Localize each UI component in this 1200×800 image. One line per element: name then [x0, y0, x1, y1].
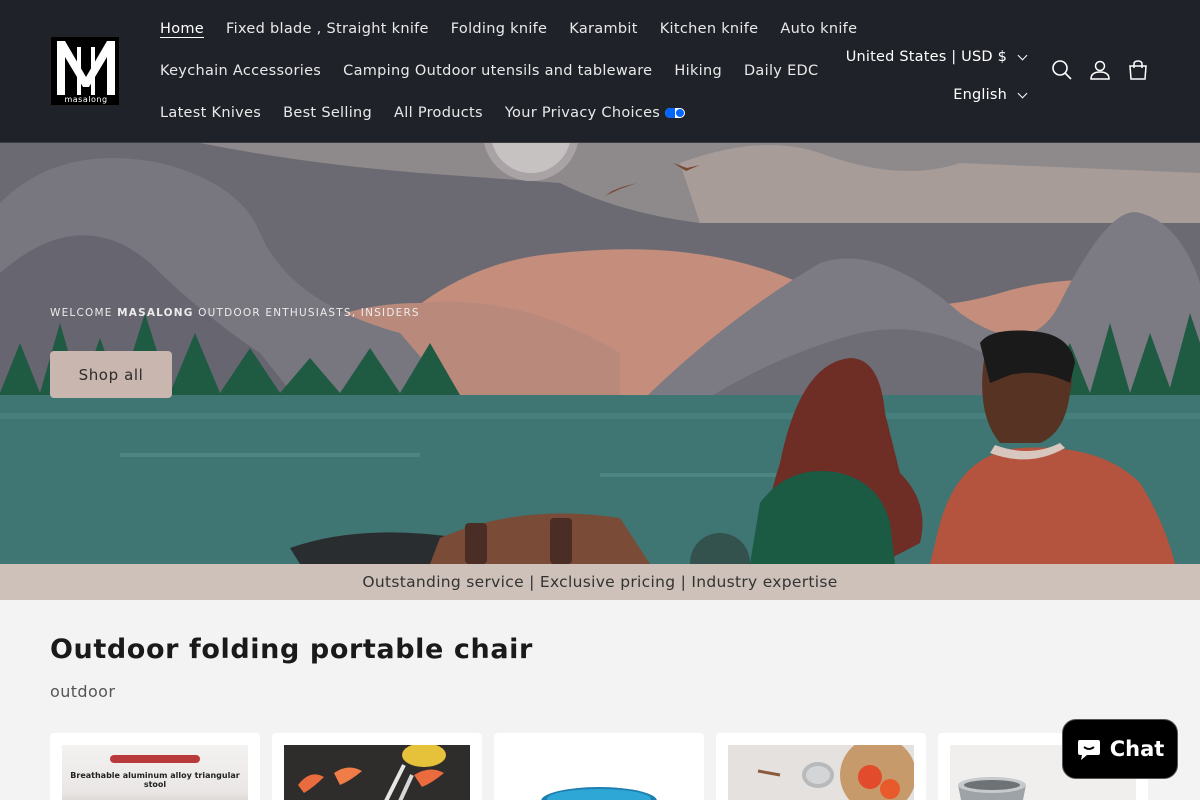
hero-kicker-brand: MASALONG [117, 307, 194, 319]
hero-kicker-post: OUTDOOR ENTHUSIASTS, INSIDERS [193, 307, 420, 319]
nav-item-keychain[interactable]: Keychain Accessories [150, 63, 333, 79]
hero-kicker-pre: WELCOME [50, 307, 118, 319]
nav-item-hiking[interactable]: Hiking [664, 63, 734, 79]
product-photo [541, 787, 657, 800]
product-cards: Breathable aluminum alloy triangular sto… [50, 733, 1148, 800]
privacy-choices-label: Your Privacy Choices [504, 105, 661, 121]
nav-row-2: Keychain Accessories Camping Outdoor ute… [150, 50, 850, 92]
logo-text: masalong [64, 95, 108, 104]
chevron-down-icon [1017, 50, 1028, 60]
nav-item-privacy-choices[interactable]: Your Privacy Choices [495, 105, 697, 121]
country-label: United States | USD $ [845, 49, 1007, 65]
hero-banner: WELCOME MASALONG OUTDOOR ENTHUSIASTS, IN… [0, 143, 1200, 564]
chat-bubble-icon [1077, 740, 1100, 760]
hero-illustration [0, 143, 1200, 564]
nav-item-home[interactable]: Home [150, 21, 216, 37]
language-selector[interactable]: English [846, 76, 1028, 114]
header-icons [1050, 51, 1150, 89]
shop-all-button[interactable]: Shop all [50, 351, 172, 398]
product-card[interactable] [494, 733, 704, 800]
nav-item-all-products[interactable]: All Products [384, 105, 495, 121]
site-logo[interactable]: masalong [50, 36, 120, 106]
image-caption: Breathable aluminum alloy triangular sto… [70, 771, 240, 789]
product-photo [728, 745, 914, 800]
logo-mark [57, 41, 115, 95]
site-header: masalong Home Fixed blade , Straight kni… [0, 0, 1200, 143]
nav-item-best-selling[interactable]: Best Selling [273, 105, 384, 121]
nav-item-karambit[interactable]: Karambit [559, 21, 649, 37]
hero-kicker: WELCOME MASALONG OUTDOOR ENTHUSIASTS, IN… [50, 307, 420, 319]
nav-item-daily-edc[interactable]: Daily EDC [734, 63, 830, 79]
language-label: English [953, 87, 1007, 103]
nav-row-1: Home Fixed blade , Straight knife Foldin… [150, 8, 857, 50]
nav-item-latest-knives[interactable]: Latest Knives [150, 105, 273, 121]
nav-row-3: Latest Knives Best Selling All Products … [150, 92, 850, 134]
product-photo [284, 745, 470, 800]
cart-icon[interactable] [1126, 51, 1150, 89]
nav-item-kitchen-knife[interactable]: Kitchen knife [650, 21, 771, 37]
product-image: Breathable aluminum alloy triangular sto… [62, 745, 248, 800]
chat-button[interactable]: Chat [1062, 719, 1178, 779]
nav-item-fixed-blade[interactable]: Fixed blade , Straight knife [216, 21, 441, 37]
image-label-pill [110, 755, 200, 763]
collection-title: Outdoor folding portable chair [50, 634, 533, 665]
locale-selectors: United States | USD $ English [846, 38, 1028, 114]
product-card[interactable] [272, 733, 482, 800]
chat-label: Chat [1109, 737, 1165, 761]
product-card[interactable] [716, 733, 926, 800]
product-image [506, 745, 692, 800]
product-image [728, 745, 914, 800]
country-selector[interactable]: United States | USD $ [846, 38, 1028, 76]
product-card[interactable]: Breathable aluminum alloy triangular sto… [50, 733, 260, 800]
search-icon[interactable] [1050, 51, 1074, 89]
chevron-down-icon [1017, 88, 1028, 98]
announcement-bar: Outstanding service | Exclusive pricing … [0, 564, 1200, 600]
main-nav: Home Fixed blade , Straight knife Foldin… [150, 8, 857, 134]
account-icon[interactable] [1088, 51, 1112, 89]
nav-item-auto-knife[interactable]: Auto knife [770, 21, 869, 37]
nav-item-camping[interactable]: Camping Outdoor utensils and tableware [333, 63, 664, 79]
collection-subtitle: outdoor [50, 682, 116, 701]
nav-item-folding-knife[interactable]: Folding knife [441, 21, 560, 37]
product-image [284, 745, 470, 800]
privacy-choices-icon [665, 108, 686, 118]
